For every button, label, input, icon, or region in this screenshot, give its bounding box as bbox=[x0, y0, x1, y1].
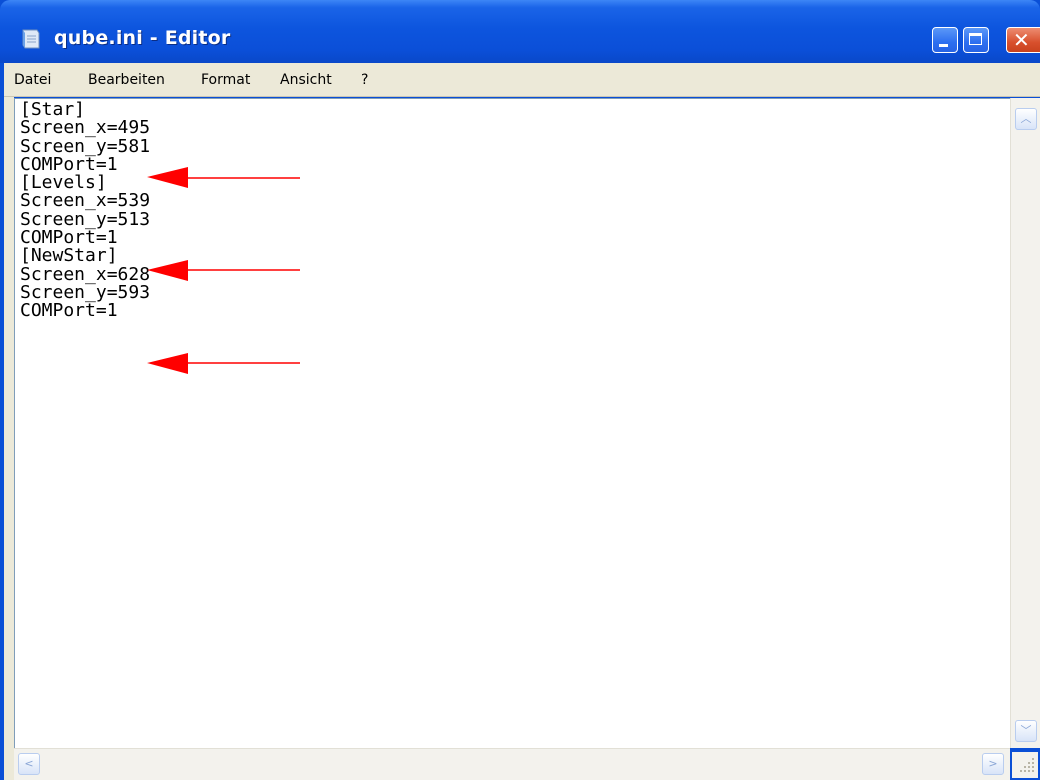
window-border-left bbox=[4, 97, 14, 780]
notepad-icon bbox=[22, 29, 40, 49]
scroll-left-button[interactable]: < bbox=[18, 753, 40, 775]
chevron-down-icon: ﹀ bbox=[1020, 724, 1032, 737]
chevron-right-icon: > bbox=[988, 757, 998, 770]
close-icon: ✕ bbox=[1013, 28, 1030, 52]
menu-datei[interactable]: Datei bbox=[14, 72, 51, 88]
maximize-button[interactable] bbox=[963, 27, 989, 53]
horizontal-scrollbar[interactable]: < > bbox=[14, 748, 1010, 780]
editor-window: qube.ini - Editor ✕ Datei Bearbeiten For… bbox=[0, 0, 1040, 780]
minimize-icon bbox=[939, 44, 948, 47]
menu-ansicht[interactable]: Ansicht bbox=[280, 72, 332, 88]
resize-grip[interactable] bbox=[1012, 752, 1038, 778]
window-title: qube.ini - Editor bbox=[54, 27, 231, 49]
text-editor-area[interactable]: [Star] Screen_x=495 Screen_y=581 COMPort=1[… bbox=[14, 98, 1010, 748]
minimize-button[interactable] bbox=[932, 27, 958, 53]
chevron-left-icon: < bbox=[24, 757, 34, 770]
maximize-icon bbox=[969, 33, 982, 45]
menu-bar: Datei Bearbeiten Format Ansicht ? bbox=[4, 63, 1040, 97]
chevron-up-icon: ︿ bbox=[1020, 112, 1032, 125]
menu-bearbeiten[interactable]: Bearbeiten bbox=[88, 72, 165, 88]
scroll-down-button[interactable]: ﹀ bbox=[1015, 720, 1037, 742]
text-line: [NewStar] bbox=[20, 245, 118, 267]
close-button[interactable]: ✕ bbox=[1006, 27, 1040, 53]
text-line: COMPort=1 bbox=[20, 300, 118, 322]
scroll-right-button[interactable]: > bbox=[982, 753, 1004, 775]
text-line: Screen_x=495 bbox=[20, 117, 151, 139]
menu-format[interactable]: Format bbox=[201, 72, 250, 88]
menu-help[interactable]: ? bbox=[361, 72, 368, 88]
vertical-scrollbar[interactable]: ︿ ﹀ bbox=[1010, 98, 1040, 748]
editor-content[interactable]: [Star] Screen_x=495 Screen_y=581 COMPort=1[… bbox=[20, 100, 151, 322]
scroll-up-button[interactable]: ︿ bbox=[1015, 108, 1037, 130]
title-bar[interactable]: qube.ini - Editor ✕ bbox=[0, 0, 1040, 63]
